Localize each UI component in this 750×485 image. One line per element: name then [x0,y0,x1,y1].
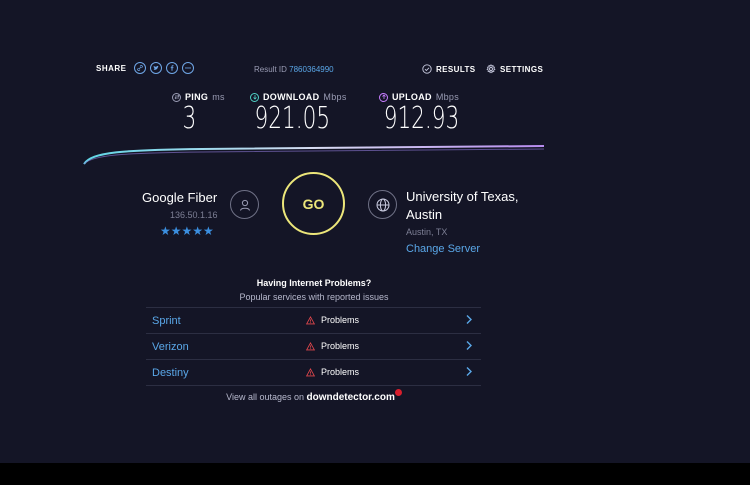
settings-button[interactable]: SETTINGS [486,64,543,74]
warning-icon [306,367,315,376]
chevron-right-icon[interactable] [465,340,473,351]
speed-graph-line [83,145,545,165]
chevron-right-icon[interactable] [465,366,473,377]
ping-unit: ms [212,92,225,102]
chevron-right-icon[interactable] [465,314,473,325]
check-circle-icon [422,64,432,74]
server-name: University of Texas, Austin [406,189,519,222]
isp-name: Google Fiber [142,190,218,205]
user-icon [230,190,259,219]
speedtest-app: SHARE Result ID 7860364990 RESULTS SETTI… [0,0,750,463]
results-button[interactable]: RESULTS [422,64,476,74]
view-outages: View all outages on downdetector.com [0,389,628,403]
problem-row-verizon[interactable]: Verizon Problems [146,333,481,359]
warning-icon [306,341,315,350]
ping-icon [172,92,181,102]
globe-icon [368,190,397,219]
share-label: SHARE [96,63,127,73]
problem-status: Problems [306,315,359,325]
problem-row-sprint[interactable]: Sprint Problems [146,307,481,333]
warning-icon [306,315,315,324]
server-location: Austin, TX [406,227,448,237]
problem-status: Problems [306,341,359,351]
settings-label: SETTINGS [500,64,544,74]
twitter-icon[interactable] [149,62,162,74]
problems-list: Sprint Problems Verizon Problems Destiny… [146,307,481,386]
service-name: Destiny [152,367,189,379]
problems-title: Having Internet Problems? [256,278,372,288]
problems-subtitle: Popular services with reported issues [239,292,389,302]
download-metric: DOWNLOAD Mbps 921.05 [250,92,347,136]
service-name: Verizon [152,341,189,353]
ping-metric: PING ms 3 [172,92,225,136]
share-bar: SHARE [96,62,194,74]
outages-prefix: View all outages on [226,392,304,402]
result-id: Result ID 7860364990 [254,65,334,74]
upload-metric: UPLOAD Mbps 912.93 [379,92,474,136]
gear-icon [486,64,496,74]
upload-value: 912.93 [383,101,460,136]
isp-rating-stars[interactable]: ★★★★★ [160,224,214,238]
result-id-label: Result ID [254,65,287,74]
download-value: 921.05 [254,101,331,136]
problem-status-label: Problems [321,315,360,325]
result-id-value[interactable]: 7860364990 [289,65,334,74]
service-name: Sprint [152,315,181,327]
link-icon[interactable] [133,62,146,74]
problem-status-label: Problems [321,341,360,351]
go-button[interactable]: GO [282,172,345,235]
problem-status-label: Problems [321,367,360,377]
taskbar-strip [0,463,750,485]
downdetector-badge-icon [394,389,402,396]
problem-row-destiny[interactable]: Destiny Problems [146,359,481,386]
change-server-link[interactable]: Change Server [406,243,480,255]
isp-ip: 136.50.1.16 [170,210,218,220]
ping-value: 3 [182,101,197,136]
problem-status: Problems [306,367,359,377]
results-label: RESULTS [436,64,476,74]
facebook-icon[interactable] [165,62,178,74]
downdetector-link[interactable]: downdetector.com [307,392,395,403]
more-icon[interactable] [181,62,194,74]
